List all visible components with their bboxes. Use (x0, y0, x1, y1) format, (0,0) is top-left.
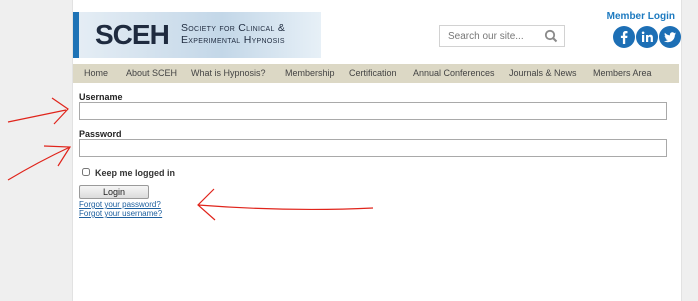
nav-item-membership[interactable]: Membership (285, 68, 335, 78)
main-nav: Home About SCEH What is Hypnosis? Member… (73, 64, 679, 83)
site-logo[interactable]: SCEH Society for Clinical & Experimental… (73, 12, 321, 58)
nav-item-certification[interactable]: Certification (349, 68, 397, 78)
nav-item-home[interactable]: Home (84, 68, 108, 78)
username-field[interactable] (79, 102, 667, 120)
nav-item-journals-news[interactable]: Journals & News (509, 68, 577, 78)
annotation-arrow-password (7, 145, 72, 181)
search-icon[interactable] (544, 29, 558, 43)
forgot-username-link[interactable]: Forgot your username? (79, 209, 162, 218)
logo-text-line2: Experimental Hypnosis (181, 34, 285, 46)
username-label: Username (79, 92, 123, 102)
logo-mark: SCEH (95, 19, 170, 50)
keep-logged-in-label: Keep me logged in (95, 168, 176, 178)
search-box (439, 25, 565, 47)
password-label: Password (79, 129, 122, 139)
login-button[interactable]: Login (79, 185, 149, 199)
page-container: SCEH Society for Clinical & Experimental… (72, 0, 682, 301)
search-input[interactable] (440, 26, 546, 47)
password-field[interactable] (79, 139, 667, 157)
nav-item-about[interactable]: About SCEH (126, 68, 177, 78)
twitter-icon[interactable] (659, 26, 681, 48)
logo-text: Society for Clinical & Experimental Hypn… (181, 22, 285, 46)
nav-item-what-is-hypnosis[interactable]: What is Hypnosis? (191, 68, 266, 78)
linkedin-icon[interactable] (636, 26, 658, 48)
keep-logged-in-checkbox[interactable] (82, 168, 90, 176)
annotation-arrow-username (7, 97, 69, 125)
forgot-password-link[interactable]: Forgot your password? (79, 200, 161, 209)
nav-item-members-area[interactable]: Members Area (593, 68, 652, 78)
nav-item-annual-conferences[interactable]: Annual Conferences (413, 68, 495, 78)
logo-text-line1: Society for Clinical & (181, 22, 286, 34)
facebook-icon[interactable] (613, 26, 635, 48)
member-login-link[interactable]: Member Login (607, 11, 675, 22)
logo-accent-bar (73, 12, 79, 58)
